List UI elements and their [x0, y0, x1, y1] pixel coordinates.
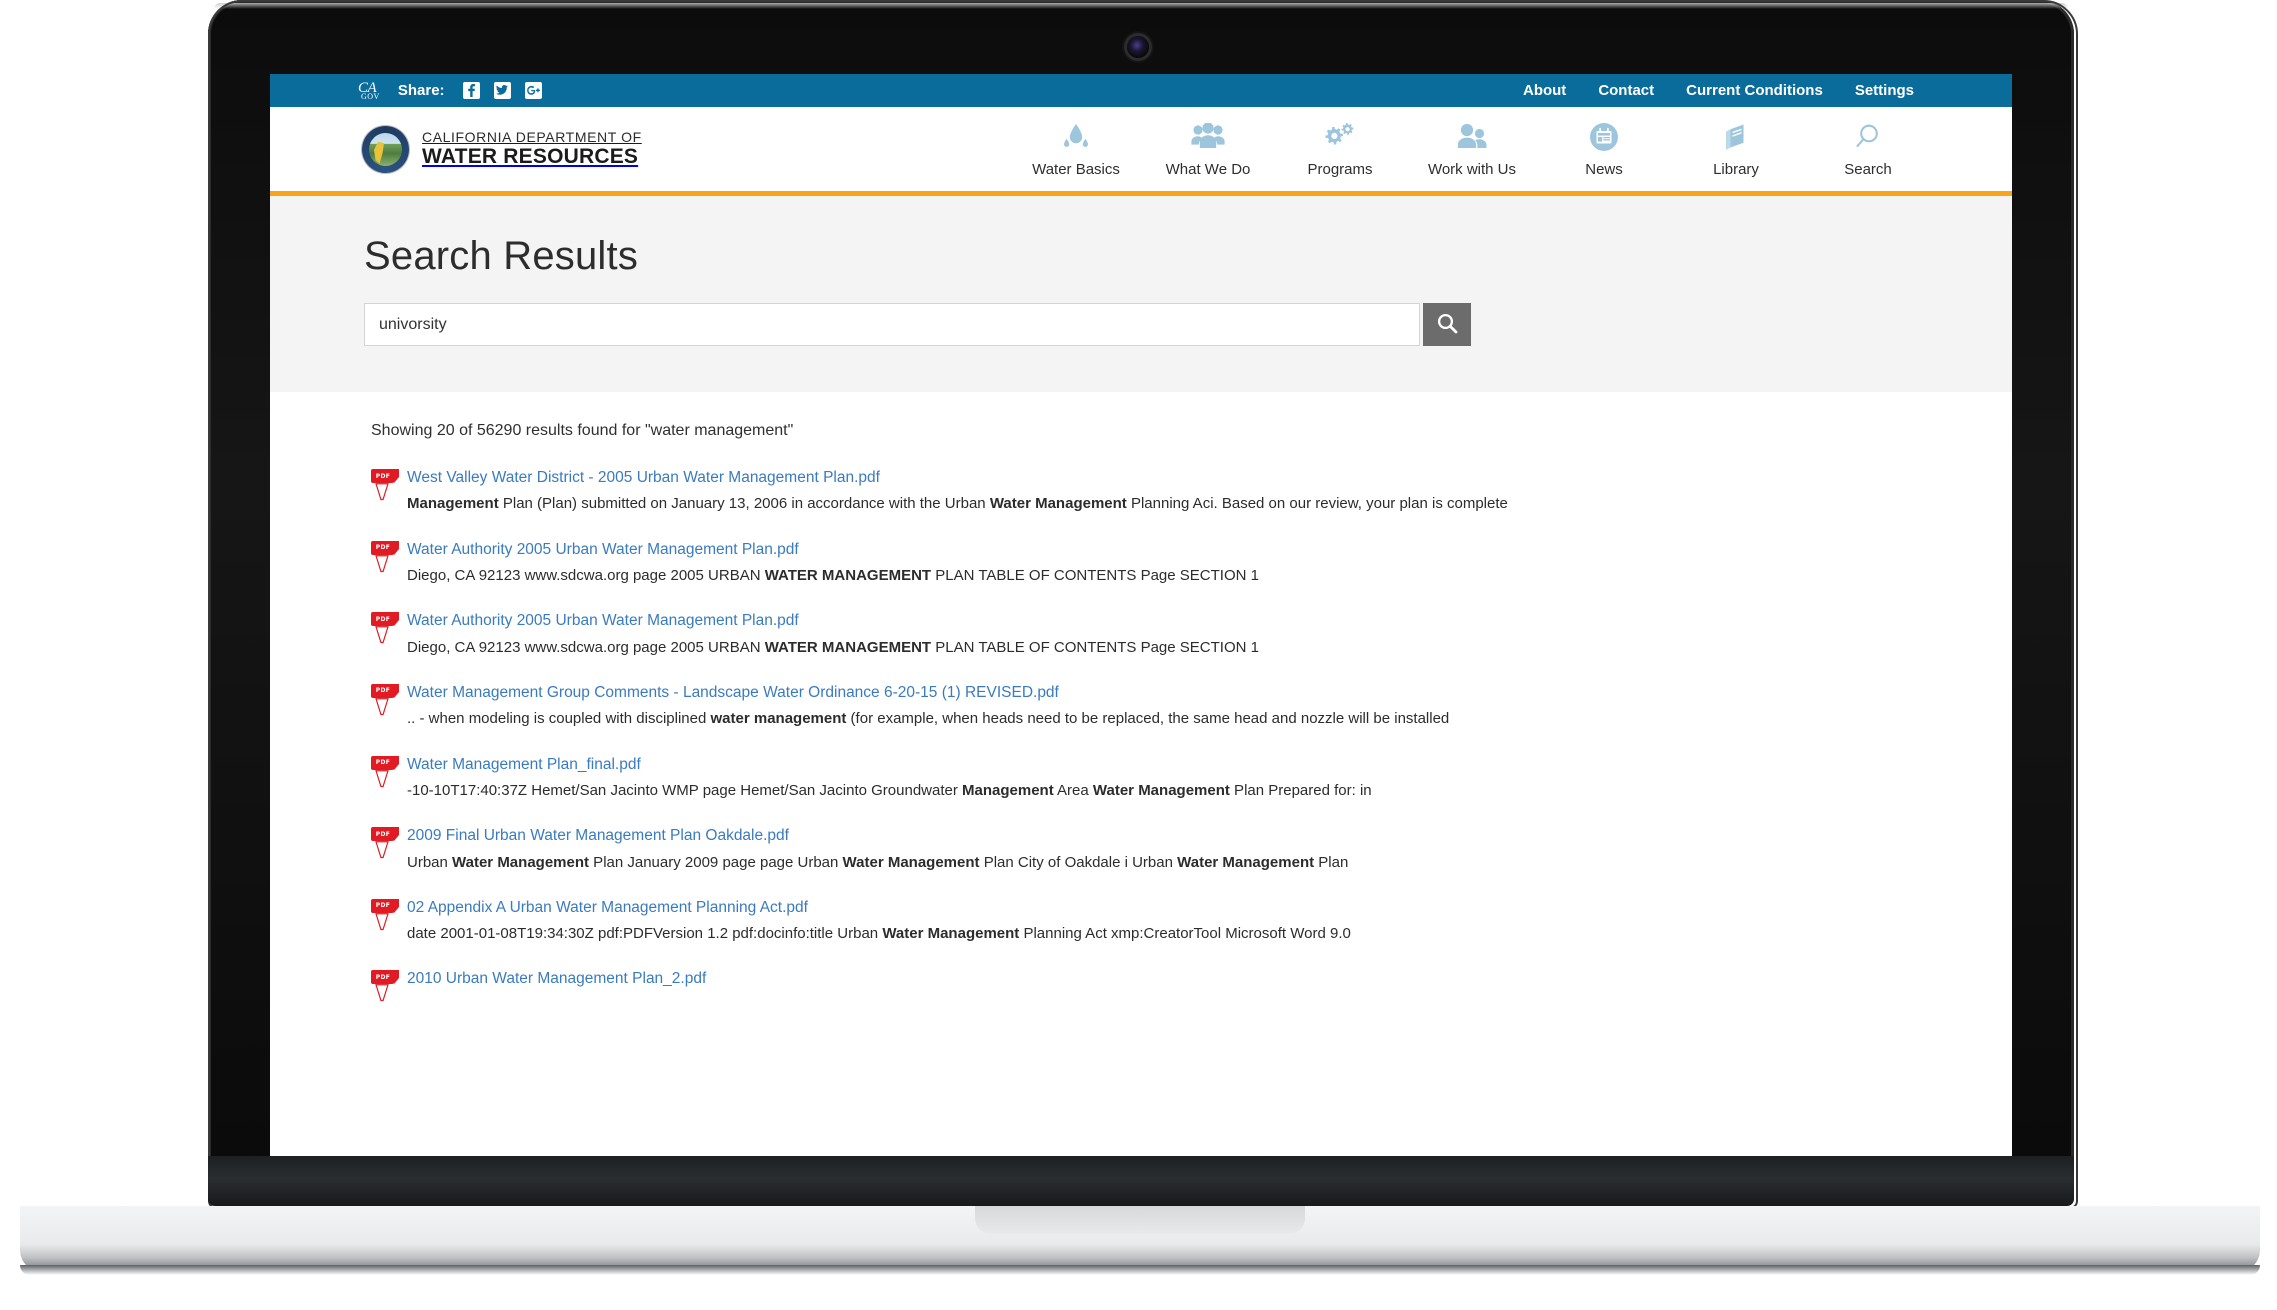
- site-header: CALIFORNIA DEPARTMENT OF WATER RESOURCES…: [270, 107, 2012, 196]
- search-result-snippet: Diego, CA 92123 www.sdcwa.org page 2005 …: [407, 567, 1259, 584]
- search-result-snippet: .. - when modeling is coupled with disci…: [407, 710, 1450, 728]
- search-result-item: PDF Water Authority 2005 Urban Water Mana…: [371, 540, 2012, 587]
- search-result-title-link[interactable]: 2010 Urban Water Management Plan_2.pdf: [407, 969, 2012, 988]
- search-result-snippet: date 2001-01-08T19:34:30Z pdf:PDFVersion…: [407, 925, 1351, 943]
- pdf-file-icon: PDF: [371, 970, 399, 1003]
- nav-label-work-with-us: Work with Us: [1427, 161, 1517, 178]
- dwr-seal-icon: [362, 125, 409, 173]
- ca-gov-logo[interactable]: CA GOV: [358, 80, 380, 101]
- book-icon: [1722, 120, 1750, 154]
- utility-link-contact[interactable]: Contact: [1598, 82, 1654, 99]
- search-input[interactable]: [364, 303, 1420, 346]
- facebook-icon[interactable]: [462, 82, 480, 99]
- gears-icon: [1324, 120, 1356, 154]
- nav-item-water-basics[interactable]: Water Basics: [1010, 120, 1142, 178]
- brand-text: CALIFORNIA DEPARTMENT OF WATER RESOURCES: [422, 128, 642, 169]
- pdf-file-icon: PDF: [371, 898, 399, 932]
- search-results-list: PDF West Valley Water District - 2005 Urb…: [371, 468, 2012, 1003]
- search-result-item: PDF 02 Appendix A Urban Water Management …: [371, 898, 2012, 945]
- nav-item-search[interactable]: Search: [1802, 120, 1934, 178]
- laptop-foot-shadow: [20, 1265, 2260, 1275]
- search-result-item: PDF Water Management Group Comments - Lan…: [371, 683, 2012, 730]
- search-result-snippet: -10-10T17:40:37Z Hemet/San Jacinto WMP p…: [407, 781, 1372, 799]
- search-result-snippet: Management Plan (Plan) submitted on Janu…: [407, 495, 1508, 513]
- pdf-file-icon: PDF: [371, 612, 399, 645]
- share-label: Share:: [397, 82, 445, 99]
- laptop-base-notch: [975, 1206, 1305, 1234]
- laptop-mockup-scene: CA GOV Share: About Contact Current Cond…: [0, 0, 2277, 1310]
- search-hero: Search Results: [270, 196, 2012, 392]
- main-navigation: Water Basics What We Do Programs Work wi…: [1010, 120, 1934, 178]
- search-result-item: PDF Water Management Plan_final.pdf -10-10…: [371, 755, 2012, 802]
- search-result-body: 02 Appendix A Urban Water Management Pla…: [407, 898, 2012, 945]
- newspaper-circle-icon: [1589, 120, 1619, 154]
- nav-item-news[interactable]: News: [1538, 120, 1670, 178]
- search-submit-button[interactable]: [1423, 303, 1471, 346]
- pdf-file-icon: PDF: [371, 469, 399, 502]
- search-result-body: 2009 Final Urban Water Management Plan O…: [407, 826, 2012, 873]
- utility-link-current-conditions[interactable]: Current Conditions: [1686, 82, 1823, 99]
- nav-label-programs: Programs: [1307, 161, 1373, 178]
- pdf-file-icon: PDF: [371, 755, 399, 789]
- pdf-file-icon: PDF: [371, 827, 399, 860]
- search-result-title-link[interactable]: West Valley Water District - 2005 Urban …: [407, 468, 2012, 487]
- site-logo-link[interactable]: CALIFORNIA DEPARTMENT OF WATER RESOURCES: [362, 125, 642, 173]
- search-result-body: Water Management Plan_final.pdf -10-10T17…: [407, 755, 2012, 802]
- twitter-icon[interactable]: [493, 82, 511, 99]
- nav-label-water-basics: Water Basics: [1032, 161, 1120, 178]
- search-result-title-link[interactable]: Water Management Plan_final.pdf: [407, 755, 2012, 774]
- search-result-title-link[interactable]: Water Authority 2005 Urban Water Managem…: [407, 540, 2012, 559]
- utility-link-about[interactable]: About: [1523, 82, 1566, 99]
- search-result-body: West Valley Water District - 2005 Urban …: [407, 468, 2012, 515]
- nav-item-programs[interactable]: Programs: [1274, 120, 1406, 178]
- nav-item-work-with-us[interactable]: Work with Us: [1406, 120, 1538, 178]
- search-result-title-link[interactable]: Water Management Group Comments - Landsc…: [407, 683, 2012, 702]
- magnifier-icon: [1853, 120, 1883, 154]
- search-result-title-link[interactable]: Water Authority 2005 Urban Water Managem…: [407, 611, 2012, 630]
- page-title: Search Results: [364, 234, 639, 278]
- laptop-lid-highlight: [214, 3, 2068, 9]
- utility-bar-links: About Contact Current Conditions Setting…: [1523, 82, 1914, 99]
- results-count-text: Showing 20 of 56290 results found for "w…: [371, 422, 794, 439]
- nav-label-search: Search: [1844, 161, 1892, 178]
- browser-viewport: CA GOV Share: About Contact Current Cond…: [270, 74, 2012, 1157]
- search-result-body: 2010 Urban Water Management Plan_2.pdf: [407, 969, 2012, 995]
- search-result-snippet: Diego, CA 92123 www.sdcwa.org page 2005 …: [407, 638, 1259, 656]
- google-plus-icon[interactable]: [524, 82, 542, 99]
- nav-label-what-we-do: What We Do: [1165, 161, 1251, 178]
- search-result-body: Water Management Group Comments - Landsc…: [407, 683, 2012, 730]
- search-result-item: PDF West Valley Water District - 2005 Urb…: [371, 468, 2012, 515]
- brand-line-department: CALIFORNIA DEPARTMENT OF: [422, 128, 642, 145]
- search-results-area: Showing 20 of 56290 results found for "w…: [270, 392, 2012, 1004]
- share-icons: [462, 82, 542, 99]
- search-result-item: PDF Water Authority 2005 Urban Water Mana…: [371, 611, 2012, 658]
- webcam-icon: [1127, 36, 1149, 58]
- search-icon: [1436, 312, 1459, 338]
- laptop-hinge: [208, 1156, 2074, 1206]
- search-result-body: Water Authority 2005 Urban Water Managem…: [407, 611, 2012, 658]
- utility-bar-left: CA GOV Share:: [358, 80, 542, 101]
- nav-item-what-we-do[interactable]: What We Do: [1142, 120, 1274, 178]
- pdf-file-icon: PDF: [371, 540, 399, 574]
- water-drop-icon: [1063, 120, 1089, 154]
- nav-label-library: Library: [1713, 161, 1759, 178]
- nav-item-library[interactable]: Library: [1670, 120, 1802, 178]
- search-result-item: PDF 2009 Final Urban Water Management Pla…: [371, 826, 2012, 873]
- brand-line-water-resources: WATER RESOURCES: [422, 145, 639, 169]
- ca-gov-logo-sub: GOV: [361, 91, 380, 101]
- utility-bar: CA GOV Share: About Contact Current Cond…: [270, 74, 2012, 107]
- two-people-icon: [1456, 120, 1488, 154]
- nav-label-news: News: [1585, 161, 1623, 178]
- search-result-title-link[interactable]: 02 Appendix A Urban Water Management Pla…: [407, 898, 2012, 917]
- utility-link-settings[interactable]: Settings: [1855, 82, 1914, 99]
- search-result-snippet: Urban Water Management Plan January 2009…: [407, 853, 1349, 871]
- search-result-item: PDF 2010 Urban Water Management Plan_2.pd…: [371, 969, 2012, 1003]
- search-result-body: Water Authority 2005 Urban Water Managem…: [407, 540, 2012, 587]
- pdf-file-icon: PDF: [371, 683, 399, 717]
- search-result-title-link[interactable]: 2009 Final Urban Water Management Plan O…: [407, 826, 2012, 845]
- people-group-icon: [1191, 120, 1225, 154]
- search-form: [364, 303, 1918, 346]
